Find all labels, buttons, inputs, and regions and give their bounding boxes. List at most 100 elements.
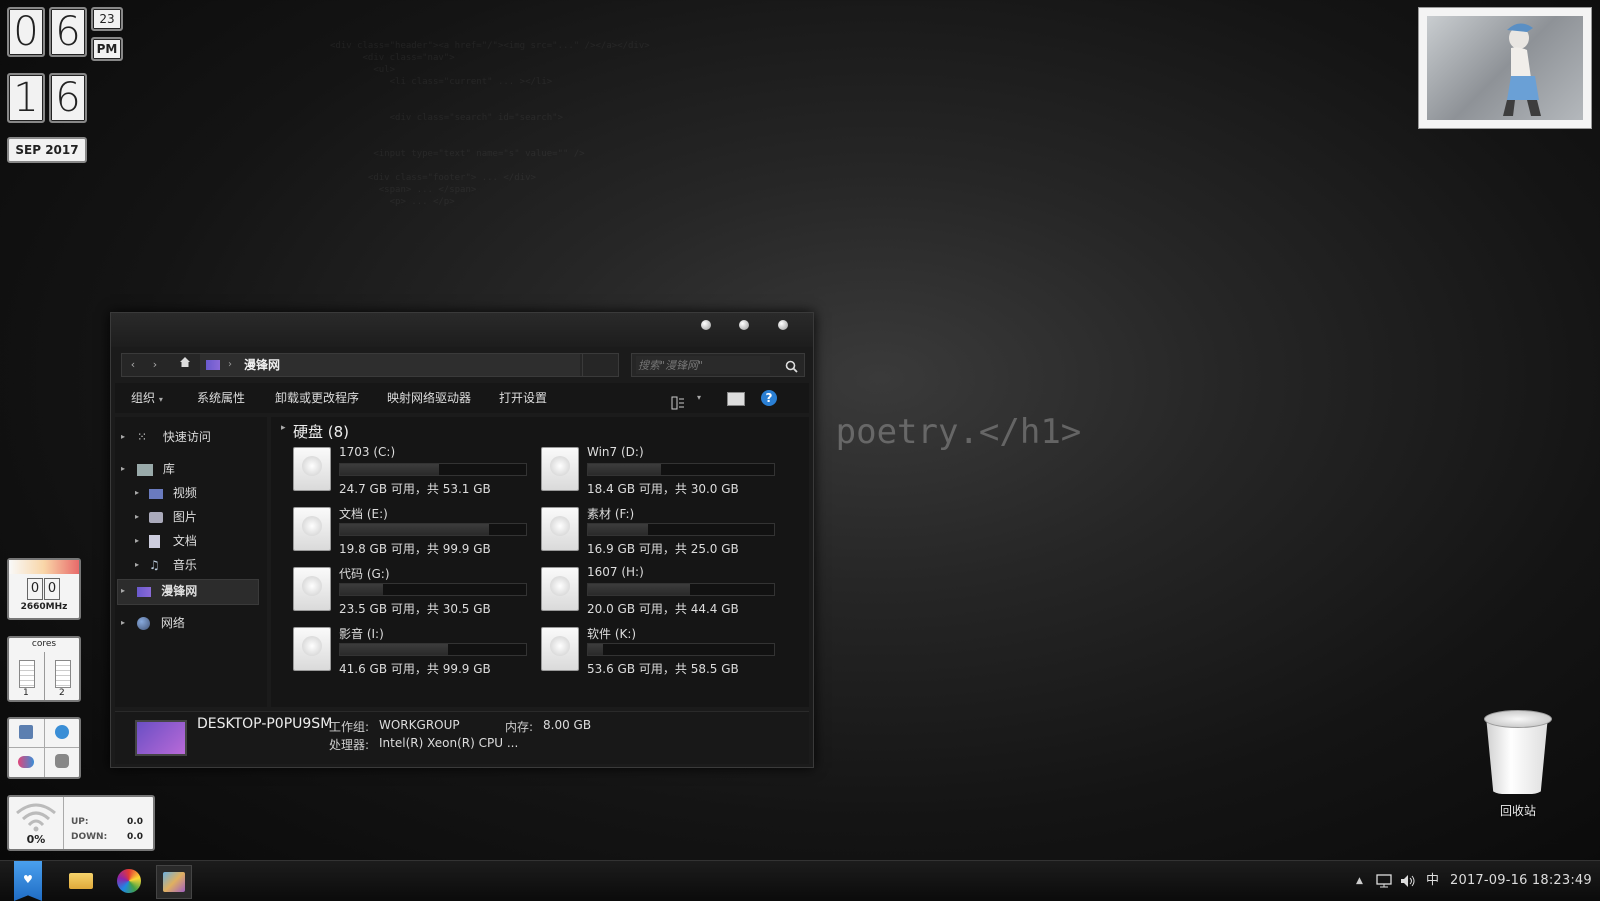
drive-usage-bar [587, 463, 775, 476]
expand-pictures-icon[interactable]: ▸ [135, 507, 139, 527]
system-properties-button[interactable]: 系统属性 [197, 383, 245, 413]
show-hidden-icons-icon[interactable]: ▲ [1356, 861, 1363, 901]
figure-illustration-icon [1503, 23, 1541, 116]
drive-tile[interactable]: 素材 (F:) 16.9 GB 可用，共 25.0 GB [541, 505, 781, 561]
file-explorer-taskbar-icon[interactable] [64, 865, 98, 897]
cat-app-icon[interactable] [55, 754, 69, 768]
expand-this-pc-icon[interactable]: ▸ [121, 581, 125, 601]
core-1-bar [19, 660, 35, 688]
search-box[interactable] [631, 353, 805, 377]
globe-icon [137, 617, 150, 630]
map-network-drive-button[interactable]: 映射网络驱动器 [387, 383, 471, 413]
start-button[interactable]: ♥ [14, 861, 42, 901]
sidebar-item-libraries[interactable]: 库 [137, 459, 175, 479]
expand-videos-icon[interactable]: ▸ [135, 483, 139, 503]
navigation-pane: ▸ ⁙ 快速访问 ▸ 库 ▸ 视频 ▸ 图片 ▸ 文档 ▸ ♫ 音乐 ▸ 漫锋网… [115, 417, 267, 707]
collapse-group-icon[interactable]: ▸ [281, 423, 286, 433]
expand-documents-icon[interactable]: ▸ [135, 531, 139, 551]
home-icon[interactable] [174, 354, 196, 376]
drive-usage-fill [340, 524, 489, 535]
drive-name: 软件 (K:) [587, 627, 637, 641]
recycle-bin-label[interactable]: 回收站 [1478, 802, 1558, 819]
drive-free-space: 23.5 GB 可用，共 30.5 GB [339, 602, 491, 616]
network-meter-gadget[interactable]: 0% UP: 0.0 DOWN: 0.0 [7, 795, 155, 851]
expand-music-icon[interactable]: ▸ [135, 555, 139, 575]
sidebar-item-this-pc[interactable]: 漫锋网 [137, 581, 197, 601]
details-pane: DESKTOP-P0PU9SM 工作组: WORKGROUP 内存: 8.00 … [115, 711, 809, 764]
expand-quick-access-icon[interactable]: ▸ [121, 427, 125, 447]
window-titlebar[interactable] [111, 313, 813, 347]
drive-tile[interactable]: 1607 (H:) 20.0 GB 可用，共 44.4 GB [541, 565, 781, 621]
drive-free-space: 24.7 GB 可用，共 53.1 GB [339, 482, 491, 496]
expand-libraries-icon[interactable]: ▸ [121, 459, 125, 479]
breadcrumb-chevron-icon[interactable]: › [228, 354, 232, 376]
preview-pane-icon[interactable] [727, 392, 745, 406]
address-bar[interactable]: ‹ › › 漫锋网 [121, 353, 619, 377]
camera-icon [149, 512, 163, 523]
drive-usage-bar [587, 523, 775, 536]
sidebar-item-quick-access[interactable]: ⁙ 快速访问 [137, 427, 211, 447]
drive-usage-fill [588, 644, 603, 655]
drive-tile[interactable]: 文档 (E:) 19.8 GB 可用，共 99.9 GB [293, 505, 533, 561]
documents-label: 文档 [172, 534, 197, 548]
cpu-frequency: 2660MHz [20, 602, 68, 612]
volume-icon[interactable] [1400, 861, 1416, 901]
input-method-indicator[interactable]: 中 [1426, 861, 1439, 901]
sidebar-item-music[interactable]: ♫ 音乐 [149, 555, 197, 575]
heart-icon: ♥ [23, 873, 33, 886]
drive-usage-bar [339, 643, 527, 656]
address-path[interactable]: › 漫锋网 [200, 354, 580, 376]
organize-button[interactable]: 组织 ▾ [131, 383, 163, 413]
hard-drive-icon [293, 447, 331, 491]
sidebar-item-documents[interactable]: 文档 [149, 531, 197, 551]
forward-arrow-icon[interactable]: › [144, 354, 166, 376]
hard-drive-icon [541, 507, 579, 551]
help-icon[interactable]: ? [761, 390, 777, 406]
computer-name: DESKTOP-P0PU9SM [197, 716, 333, 732]
recycle-bin-icon[interactable] [1480, 706, 1552, 794]
photo-gadget[interactable] [1418, 7, 1592, 129]
file-explorer-window[interactable]: ‹ › › 漫锋网 组织 ▾ 系统属性 卸载或更改程序 映射网络驱动器 打开设置… [110, 312, 814, 768]
breadcrumb-current[interactable]: 漫锋网 [244, 354, 280, 376]
video-icon [149, 488, 163, 499]
drive-usage-fill [340, 584, 383, 595]
open-settings-button[interactable]: 打开设置 [499, 383, 547, 413]
cores-gadget[interactable]: cores 1 2 [7, 636, 81, 702]
view-options-icon[interactable] [671, 391, 685, 410]
sidebar-item-videos[interactable]: 视频 [149, 483, 197, 503]
app-launcher-gadget[interactable] [7, 717, 81, 779]
drive-free-space: 18.4 GB 可用，共 30.0 GB [587, 482, 739, 496]
sidebar-item-network[interactable]: 网络 [137, 613, 185, 633]
shield-app-icon[interactable] [55, 725, 69, 739]
uninstall-program-button[interactable]: 卸载或更改程序 [275, 383, 359, 413]
settings-app-icon [163, 872, 185, 892]
date-badge: SEP 2017 [7, 137, 87, 163]
minimize-button[interactable] [701, 320, 711, 330]
control-panel-taskbar-icon[interactable] [156, 865, 192, 899]
sidebar-item-pictures[interactable]: 图片 [149, 507, 197, 527]
network-tray-icon[interactable] [1376, 861, 1392, 901]
drive-tile[interactable]: 1703 (C:) 24.7 GB 可用，共 53.1 GB [293, 445, 533, 501]
organize-dropdown-icon: ▾ [158, 395, 163, 404]
drive-tile[interactable]: 软件 (K:) 53.6 GB 可用，共 58.5 GB [541, 625, 781, 681]
this-pc-label: 漫锋网 [161, 584, 198, 598]
drive-tile[interactable]: 代码 (G:) 23.5 GB 可用，共 30.5 GB [293, 565, 533, 621]
view-dropdown-icon[interactable]: ▾ [697, 383, 701, 413]
search-input[interactable] [636, 356, 770, 374]
drive-name: 代码 (G:) [339, 567, 390, 581]
maximize-button[interactable] [739, 320, 749, 330]
color-wheel-taskbar-icon[interactable] [112, 865, 146, 897]
taskbar-clock[interactable]: 2017-09-16 18:23:49 [1450, 861, 1592, 901]
facebook-icon[interactable] [19, 725, 33, 739]
ampm-display: PM [91, 37, 123, 61]
address-dropdown-button[interactable] [582, 354, 617, 376]
drive-tile[interactable]: Win7 (D:) 18.4 GB 可用，共 30.0 GB [541, 445, 781, 501]
search-icon[interactable] [785, 358, 798, 377]
expand-network-icon[interactable]: ▸ [121, 613, 125, 633]
cpu-meter-gadget[interactable]: 0 0 2660MHz [7, 558, 81, 620]
back-arrow-icon[interactable]: ‹ [122, 354, 144, 376]
close-button[interactable] [778, 320, 788, 330]
drive-tile[interactable]: 影音 (I:) 41.6 GB 可用，共 99.9 GB [293, 625, 533, 681]
flickr-icon[interactable] [18, 756, 34, 768]
drive-usage-bar [587, 583, 775, 596]
